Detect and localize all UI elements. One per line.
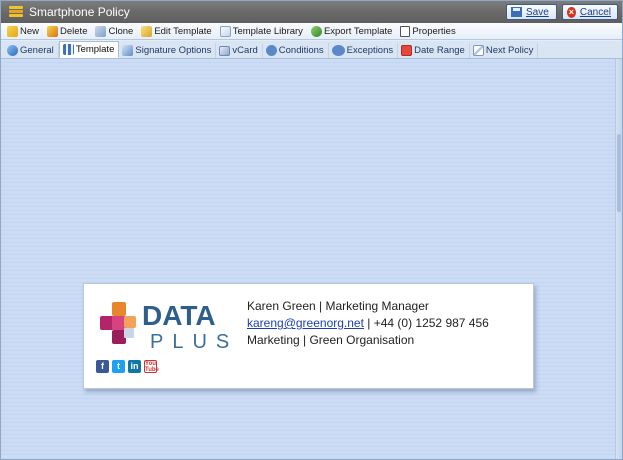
- properties-label: Properties: [412, 25, 456, 37]
- policy-app-icon: [9, 5, 23, 19]
- tab-label: vCard: [232, 45, 258, 56]
- data-plus-logo: DATA PLUS: [100, 300, 238, 353]
- tab-label: Template: [75, 44, 115, 55]
- vertical-scrollbar[interactable]: [615, 59, 622, 459]
- general-icon: [7, 45, 18, 56]
- organisation-line: Marketing | Green Organisation: [247, 333, 415, 347]
- logo-word-plus: PLUS: [150, 331, 238, 353]
- delete-button[interactable]: Delete: [47, 25, 88, 37]
- export-template-button[interactable]: Export Template: [310, 25, 393, 37]
- new-label: New: [20, 25, 40, 37]
- policy-window: Smartphone Policy Save × Cancel New Dele…: [0, 0, 623, 460]
- next-policy-icon: [472, 45, 484, 56]
- youtube-icon[interactable]: You Tube: [144, 360, 159, 373]
- signature-details: Karen Green | Marketing Manager kareng@g…: [247, 298, 489, 349]
- tab-date-range[interactable]: Date Range: [398, 43, 470, 58]
- tab-label: Date Range: [414, 45, 465, 56]
- tab-exceptions[interactable]: Exceptions: [329, 43, 399, 58]
- template-library-label: Template Library: [232, 25, 303, 37]
- policy-tabs: General Template Signature Options vCard…: [1, 41, 622, 59]
- twitter-icon[interactable]: t: [112, 360, 125, 373]
- conditions-icon: [265, 45, 277, 56]
- cancel-label: Cancel: [579, 6, 611, 18]
- title-bar: Smartphone Policy Save × Cancel: [1, 1, 622, 23]
- template-preview-area: [1, 59, 622, 459]
- clone-label: Clone: [108, 25, 134, 37]
- facebook-icon[interactable]: f: [96, 360, 109, 373]
- save-label: Save: [526, 6, 549, 18]
- delete-icon: [47, 25, 59, 37]
- tab-label: General: [20, 45, 54, 56]
- tab-signature-options[interactable]: Signature Options: [119, 43, 217, 58]
- tab-template[interactable]: Template: [58, 41, 120, 58]
- window-title: Smartphone Policy: [29, 5, 130, 19]
- cancel-button[interactable]: × Cancel: [562, 4, 618, 20]
- linkedin-icon[interactable]: in: [128, 360, 141, 373]
- export-icon: [310, 25, 322, 37]
- tab-label: Next Policy: [485, 45, 534, 56]
- toolbar: New Delete Clone Edit Template Template …: [1, 23, 622, 40]
- clone-icon: [95, 25, 107, 37]
- edit-template-icon: [141, 25, 153, 37]
- floppy-disk-icon: [511, 7, 522, 17]
- tab-label: Conditions: [278, 45, 324, 56]
- email-link[interactable]: kareng@greenorg.net: [247, 316, 364, 330]
- template-icon: [62, 44, 74, 55]
- new-button[interactable]: New: [7, 25, 40, 37]
- scrollbar-thumb[interactable]: [617, 134, 621, 212]
- name-title-line: Karen Green | Marketing Manager: [247, 299, 429, 313]
- social-links: f t in You Tube: [96, 360, 160, 373]
- exceptions-icon: [331, 45, 345, 56]
- date-range-icon: [401, 45, 413, 56]
- template-library-icon: [219, 25, 231, 37]
- clone-button[interactable]: Clone: [95, 25, 134, 37]
- properties-icon: [400, 25, 411, 37]
- edit-template-button[interactable]: Edit Template: [141, 25, 212, 37]
- template-library-button[interactable]: Template Library: [219, 25, 303, 37]
- vcard-icon: [219, 45, 231, 56]
- tab-general[interactable]: General: [4, 43, 59, 58]
- export-template-label: Export Template: [323, 25, 393, 37]
- phone-text: | +44 (0) 1252 987 456: [363, 316, 489, 330]
- tab-label: Signature Options: [135, 45, 212, 56]
- delete-label: Delete: [60, 25, 88, 37]
- signature-preview: DATA PLUS f t in You Tube Karen Green | M…: [83, 283, 534, 389]
- tab-next-policy[interactable]: Next Policy: [470, 43, 539, 58]
- signature-options-icon: [122, 45, 134, 56]
- logo-word-data: DATA: [142, 300, 216, 331]
- contact-line: kareng@greenorg.net | +44 (0) 1252 987 4…: [247, 315, 489, 332]
- tab-vcard[interactable]: vCard: [216, 43, 263, 58]
- cancel-x-icon: ×: [567, 6, 576, 18]
- tab-conditions[interactable]: Conditions: [263, 43, 329, 58]
- new-icon: [7, 25, 18, 37]
- properties-button[interactable]: Properties: [400, 25, 456, 37]
- save-button[interactable]: Save: [506, 4, 557, 20]
- edit-template-label: Edit Template: [154, 25, 212, 37]
- tab-label: Exceptions: [346, 45, 394, 56]
